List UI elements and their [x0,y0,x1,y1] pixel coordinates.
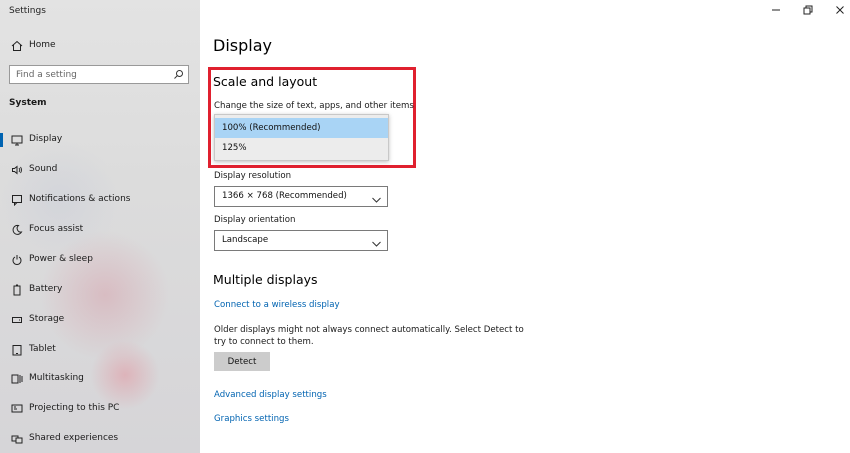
sidebar-item-label: Power & sleep [29,254,93,264]
detect-button[interactable]: Detect [214,352,270,371]
shared-icon [10,432,24,446]
sidebar-item-label: Home [29,40,56,50]
orientation-value: Landscape [222,235,269,245]
detect-description-line: Older displays might not always connect … [214,325,524,335]
minimize-button[interactable] [766,4,786,16]
restore-button[interactable] [798,4,818,16]
multiple-displays-heading: Multiple displays [213,272,318,287]
advanced-display-settings-link[interactable]: Advanced display settings [214,390,327,400]
sidebar-item-notifications[interactable]: Notifications & actions [0,185,200,215]
tablet-icon [10,343,24,357]
section-label-system: System [9,98,47,108]
sidebar-item-multitasking[interactable]: Multitasking [0,364,200,394]
sidebar-item-label: Multitasking [29,373,84,383]
sidebar-item-label: Tablet [29,344,56,354]
change-size-label: Change the size of text, apps, and other… [214,101,414,111]
storage-icon [10,313,24,327]
multitasking-icon [10,372,24,386]
main-content: Display Scale and layout Change the size… [200,0,850,453]
battery-icon [10,283,24,297]
moon-icon [10,223,24,237]
sidebar-item-label: Projecting to this PC [29,403,120,413]
notification-icon [10,193,24,207]
monitor-icon [10,133,24,147]
sidebar-item-battery[interactable]: Battery [0,275,200,305]
chevron-down-icon [372,193,381,203]
scale-layout-heading: Scale and layout [213,74,318,89]
sidebar-item-home[interactable]: Home [0,31,200,61]
connect-wireless-link[interactable]: Connect to a wireless display [214,300,340,310]
scale-option-125[interactable]: 125% [215,138,388,158]
speaker-icon [10,163,24,177]
sidebar-item-shared[interactable]: Shared experiences [0,424,200,453]
sidebar-item-focus-assist[interactable]: Focus assist [0,215,200,245]
sidebar-item-storage[interactable]: Storage [0,305,200,335]
orientation-label: Display orientation [214,215,296,225]
detect-description: Older displays might not always connect … [214,324,524,348]
projector-icon [10,402,24,416]
search-icon[interactable] [173,69,184,80]
sidebar-item-tablet[interactable]: Tablet [0,335,200,365]
detect-description-line: try to connect to them. [214,337,314,347]
sidebar-item-label: Notifications & actions [29,194,131,204]
sidebar-item-label: Focus assist [29,224,84,234]
search-box[interactable] [9,65,189,84]
sidebar-item-label: Storage [29,314,65,324]
resolution-select[interactable]: 1366 × 768 (Recommended) [214,186,388,207]
sidebar-item-sound[interactable]: Sound [0,155,200,185]
sidebar: Settings Home System Display Sound Notif… [0,0,200,453]
sidebar-item-display[interactable]: Display [0,125,200,155]
sidebar-item-label: Display [29,134,63,144]
sidebar-item-power-sleep[interactable]: Power & sleep [0,245,200,275]
active-indicator [0,133,3,147]
page-title: Display [213,36,272,55]
scale-dropdown-list[interactable]: 100% (Recommended) 125% [214,114,389,161]
scale-option-100[interactable]: 100% (Recommended) [215,118,388,138]
sidebar-item-projecting[interactable]: Projecting to this PC [0,394,200,424]
orientation-select[interactable]: Landscape [214,230,388,251]
app-title: Settings [9,6,46,16]
close-button[interactable] [830,4,850,16]
home-icon [10,39,24,53]
sidebar-item-label: Sound [29,164,58,174]
resolution-value: 1366 × 768 (Recommended) [222,191,347,201]
graphics-settings-link[interactable]: Graphics settings [214,414,289,424]
power-icon [10,253,24,267]
search-input[interactable] [16,68,166,81]
sidebar-item-label: Shared experiences [29,433,119,443]
resolution-label: Display resolution [214,171,292,181]
sidebar-item-label: Battery [29,284,63,294]
chevron-down-icon [372,237,381,247]
